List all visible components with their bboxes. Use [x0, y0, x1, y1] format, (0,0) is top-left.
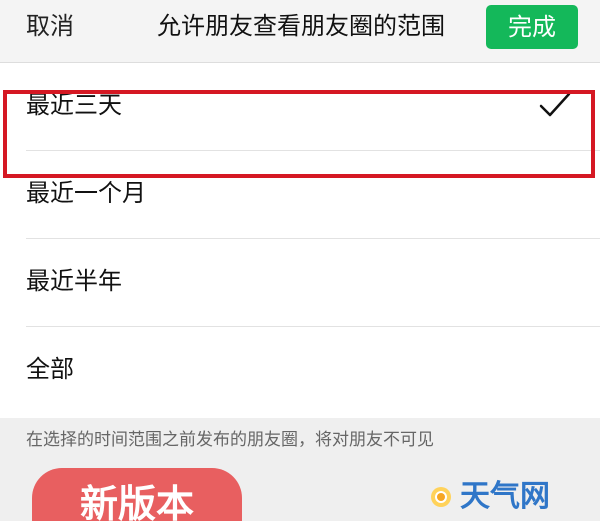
option-label: 最近一个月 [26, 179, 146, 207]
done-button[interactable]: 完成 [486, 5, 578, 49]
cancel-button[interactable]: 取消 [26, 10, 74, 42]
option-recent-one-month[interactable]: 最近一个月 [0, 151, 600, 239]
new-version-badge: 新版本 [32, 468, 242, 521]
brand-logo: 天气网 [426, 480, 566, 516]
wechat-moments-visibility-screen: 取消 允许朋友查看朋友圈的范围 完成 最近三天 最近一个月 最近半年 全部 在选… [0, 0, 600, 521]
option-all[interactable]: 全部 [0, 327, 600, 415]
check-icon [539, 92, 571, 117]
option-recent-three-days[interactable]: 最近三天 [0, 63, 600, 151]
option-label: 最近三天 [26, 91, 122, 119]
option-label: 最近半年 [26, 267, 122, 295]
visibility-options-list: 最近三天 最近一个月 最近半年 全部 [0, 63, 600, 418]
option-label: 全部 [26, 355, 74, 383]
sun-icon [431, 487, 451, 507]
visibility-note: 在选择的时间范围之前发布的朋友圈，将对朋友不可见 [26, 430, 434, 450]
option-recent-half-year[interactable]: 最近半年 [0, 239, 600, 327]
page-title: 允许朋友查看朋友圈的范围 [157, 12, 445, 40]
top-navigation-bar: 取消 允许朋友查看朋友圈的范围 完成 [0, 0, 600, 63]
brand-name: 天气网 [460, 479, 550, 514]
